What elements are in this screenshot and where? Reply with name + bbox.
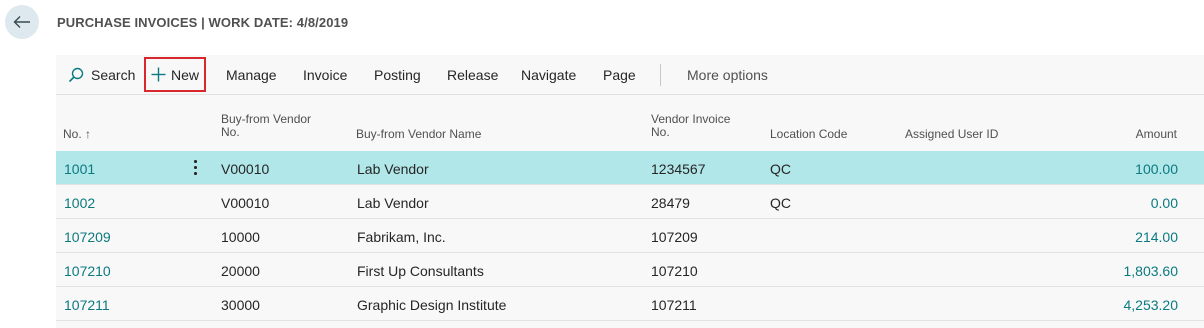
search-button[interactable]: Search xyxy=(91,67,135,83)
column-header-amount[interactable]: Amount xyxy=(1136,128,1177,141)
cell-vendor-invoice: 107211 xyxy=(651,297,697,313)
column-header-vendor-no[interactable]: Buy-from Vendor No. xyxy=(221,113,311,139)
column-header-vendor-no-line2: No. xyxy=(221,125,240,139)
search-icon xyxy=(68,67,84,83)
invoice-menu[interactable]: Invoice xyxy=(303,67,347,83)
cell-amount[interactable]: 1,803.60 xyxy=(1124,263,1179,279)
more-options-button[interactable]: More options xyxy=(687,67,768,83)
table-row[interactable]: 1001 V00010 Lab Vendor 1234567 QC 100.00 xyxy=(56,151,1204,185)
column-header-assigned-user[interactable]: Assigned User ID xyxy=(905,128,998,141)
cell-no[interactable]: 107209 xyxy=(64,229,111,245)
cell-vendor-name: First Up Consultants xyxy=(357,263,484,279)
list-panel: Search New Manage Invoice Posting Releas… xyxy=(56,55,1204,328)
cell-vendor-name: Lab Vendor xyxy=(357,161,429,177)
table-row[interactable]: 107211 30000 Graphic Design Institute 10… xyxy=(56,287,1204,321)
cell-vendor-invoice: 107210 xyxy=(651,263,698,279)
cell-amount[interactable]: 100.00 xyxy=(1135,161,1178,177)
navigate-menu[interactable]: Navigate xyxy=(521,67,576,83)
cell-vendor-no: 30000 xyxy=(221,297,260,313)
manage-menu[interactable]: Manage xyxy=(226,67,277,83)
page-title: PURCHASE INVOICES | WORK DATE: 4/8/2019 xyxy=(57,15,349,30)
cell-vendor-no: 20000 xyxy=(221,263,260,279)
cell-vendor-name: Fabrikam, Inc. xyxy=(357,229,446,245)
back-button[interactable] xyxy=(5,5,39,39)
posting-menu[interactable]: Posting xyxy=(374,67,421,83)
column-header-location[interactable]: Location Code xyxy=(770,128,847,141)
new-button[interactable]: New xyxy=(171,67,199,83)
cell-vendor-no: 10000 xyxy=(221,229,260,245)
toolbar-divider xyxy=(660,64,661,86)
column-header-no[interactable]: No. ↑ xyxy=(63,128,91,141)
column-header-vendor-invoice-line1: Vendor Invoice xyxy=(651,112,731,126)
cell-location: QC xyxy=(770,195,791,211)
table-row[interactable]: 107209 10000 Fabrikam, Inc. 107209 214.0… xyxy=(56,219,1204,253)
column-header-vendor-no-line1: Buy-from Vendor xyxy=(221,112,312,126)
row-menu-icon[interactable] xyxy=(194,160,198,176)
cell-location: QC xyxy=(770,161,791,177)
cell-vendor-name: Graphic Design Institute xyxy=(357,297,507,313)
page-menu[interactable]: Page xyxy=(603,67,636,83)
cell-vendor-name: Lab Vendor xyxy=(357,195,429,211)
column-header-vendor-invoice-line2: No. xyxy=(651,125,670,139)
release-menu[interactable]: Release xyxy=(447,67,498,83)
cell-no[interactable]: 1001 xyxy=(64,161,95,177)
cell-vendor-invoice: 1234567 xyxy=(651,161,706,177)
cell-no[interactable]: 1002 xyxy=(64,195,95,211)
arrow-left-icon xyxy=(13,16,30,28)
cell-vendor-no: V00010 xyxy=(221,161,270,177)
cell-amount[interactable]: 4,253.20 xyxy=(1124,297,1179,313)
cell-vendor-invoice: 107209 xyxy=(651,229,698,245)
table-row[interactable]: 1002 V00010 Lab Vendor 28479 QC 0.00 xyxy=(56,185,1204,219)
table-row[interactable]: 107210 20000 First Up Consultants 107210… xyxy=(56,253,1204,287)
action-bar: Search New Manage Invoice Posting Releas… xyxy=(56,55,1204,95)
cell-no[interactable]: 107211 xyxy=(64,297,110,313)
cell-no[interactable]: 107210 xyxy=(64,263,111,279)
column-header-vendor-name[interactable]: Buy-from Vendor Name xyxy=(356,128,481,141)
cell-vendor-invoice: 28479 xyxy=(651,195,690,211)
column-header-vendor-invoice[interactable]: Vendor Invoice No. xyxy=(651,113,730,139)
cell-amount[interactable]: 214.00 xyxy=(1135,229,1178,245)
plus-icon xyxy=(151,67,166,82)
cell-amount[interactable]: 0.00 xyxy=(1151,195,1178,211)
cell-vendor-no: V00010 xyxy=(221,195,270,211)
